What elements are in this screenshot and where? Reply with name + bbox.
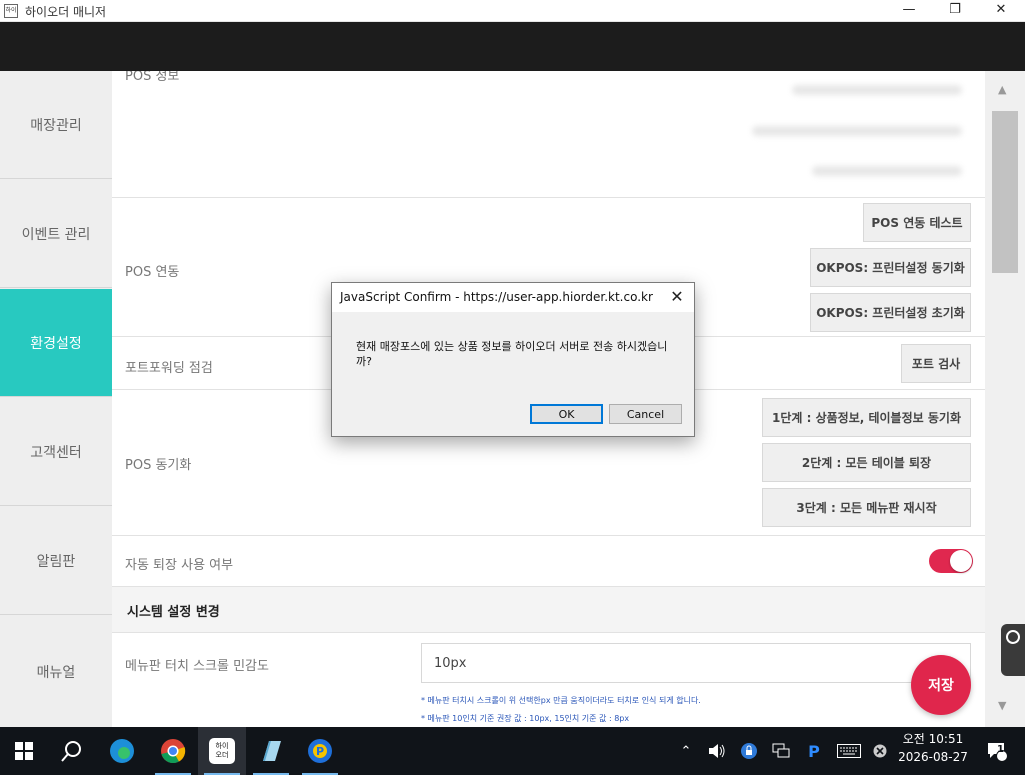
window-titlebar: 하이 하이오더 매니저 — ❐ ✕ <box>0 0 1025 22</box>
blurred-value <box>792 85 962 95</box>
sidebar-item-label: 매뉴얼 <box>36 664 76 681</box>
sidebar-item-label: 환경설정 <box>30 335 82 352</box>
hiorder-icon: 하이 오더 <box>209 738 235 764</box>
scroll-note-2: * 메뉴판 10인치 기준 권장 값 : 10px, 15인치 기준 값 : 8… <box>421 714 630 723</box>
sync-step3-button[interactable]: 3단계 : 모든 메뉴판 재시작 <box>762 488 971 527</box>
pos-app-button[interactable]: P <box>296 727 344 775</box>
sidebar-item-label: 고객센터 <box>30 444 82 461</box>
auto-exit-toggle[interactable] <box>929 549 973 573</box>
okpos-printer-reset-button[interactable]: OKPOS: 프린터설정 초기화 <box>810 293 971 332</box>
search-icon <box>61 741 81 762</box>
hiorder-button[interactable]: 하이 오더 <box>198 727 246 775</box>
clock-time: 오전 10:51 <box>902 732 964 746</box>
system-settings-header: 시스템 설정 변경 <box>112 587 985 633</box>
pos-info-label: POS 정보 <box>125 71 180 84</box>
clock[interactable]: 오전 10:51 2026-08-27 <box>890 730 976 766</box>
auto-exit-row: 자동 퇴장 사용 여부 <box>112 536 985 587</box>
teamviewer-side-tab[interactable] <box>1001 624 1025 676</box>
clock-date: 2026-08-27 <box>898 750 968 764</box>
toggle-knob <box>950 550 972 572</box>
auto-exit-label: 자동 퇴장 사용 여부 <box>125 558 234 573</box>
tray-expand-icon[interactable]: ⌃ <box>676 727 696 775</box>
save-button[interactable]: 저장 <box>911 655 971 715</box>
scroll-up-icon[interactable]: ▲ <box>998 83 1006 96</box>
scrollbar-thumb[interactable] <box>992 111 1018 273</box>
sidebar-item-support[interactable]: 고객센터 <box>0 398 112 506</box>
security-icon[interactable] <box>738 727 760 775</box>
clear-icon[interactable] <box>870 727 890 775</box>
p-tray-icon[interactable]: P <box>804 727 824 775</box>
blurred-value <box>752 126 962 136</box>
blurred-value <box>812 166 962 176</box>
port-check-button[interactable]: 포트 검사 <box>901 344 971 383</box>
scroll-note-1: * 메뉴판 터치시 스크롤이 위 선택한px 만큼 움직이더라도 터치로 인식 … <box>421 696 701 705</box>
taskbar: 하이 오더 P ⌃ P 오전 10:51 2026-08-27 1 <box>0 727 1025 775</box>
confirm-dialog: JavaScript Confirm - https://user-app.hi… <box>331 282 695 437</box>
sidebar-item-settings[interactable]: 환경설정 <box>0 289 112 397</box>
volume-icon[interactable] <box>705 727 729 775</box>
keyboard-icon[interactable] <box>834 727 864 775</box>
sidebar-item-label: 알림판 <box>36 553 76 570</box>
chrome-icon <box>161 739 186 764</box>
sidebar-item-label: 이벤트 관리 <box>21 226 91 243</box>
sidebar-item-manual[interactable]: 매뉴얼 <box>0 616 112 727</box>
dialog-close-icon[interactable]: ✕ <box>666 286 688 308</box>
port-forward-label: 포트포워딩 점검 <box>125 361 213 376</box>
scroll-sensitivity-input[interactable]: 10px <box>421 643 971 683</box>
pos-link-label: POS 연동 <box>125 265 180 280</box>
notification-icon[interactable]: 1 <box>982 727 1012 775</box>
start-button[interactable] <box>0 727 48 775</box>
svg-text:P: P <box>316 745 324 758</box>
scroll-down-icon[interactable]: ▼ <box>998 699 1006 712</box>
scroll-sensitivity-label: 메뉴판 터치 스크롤 민감도 <box>125 659 269 674</box>
remote-icon <box>1006 630 1020 644</box>
restore-icon[interactable]: ❐ <box>932 0 978 22</box>
pos-app-icon: P <box>308 739 332 763</box>
sidebar-item-events[interactable]: 이벤트 관리 <box>0 180 112 288</box>
pos-info-row: POS 정보 <box>112 71 985 198</box>
okpos-printer-sync-button[interactable]: OKPOS: 프린터설정 동기화 <box>810 248 971 287</box>
dialog-titlebar: JavaScript Confirm - https://user-app.hi… <box>332 283 694 312</box>
search-button[interactable] <box>48 727 96 775</box>
sidebar-item-notice[interactable]: 알림판 <box>0 507 112 615</box>
sidebar: 매장관리 이벤트 관리 환경설정 고객센터 알림판 매뉴얼 <box>0 71 112 727</box>
notepad-button[interactable] <box>247 727 295 775</box>
minimize-icon[interactable]: — <box>886 0 932 22</box>
notepad-icon <box>263 741 281 761</box>
app-icon: 하이 <box>4 4 18 18</box>
notification-count: 1 <box>997 744 1004 755</box>
pos-link-test-button[interactable]: POS 연동 테스트 <box>863 203 971 242</box>
window-title: 하이오더 매니저 <box>25 5 107 19</box>
app-header <box>0 22 1025 71</box>
edge-button[interactable] <box>98 727 146 775</box>
sidebar-item-label: 매장관리 <box>30 117 82 134</box>
chrome-button[interactable] <box>149 727 197 775</box>
edge-icon <box>110 739 134 763</box>
network-icon[interactable] <box>770 727 792 775</box>
close-window-icon[interactable]: ✕ <box>978 0 1024 22</box>
dialog-message: 현재 매장포스에 있는 상품 정보를 하이오더 서버로 전송 하시겠습니까? <box>356 340 668 368</box>
dialog-ok-button[interactable]: OK <box>530 404 603 424</box>
dialog-cancel-button[interactable]: Cancel <box>609 404 682 424</box>
sync-step2-button[interactable]: 2단계 : 모든 테이블 퇴장 <box>762 443 971 482</box>
sidebar-item-store[interactable]: 매장관리 <box>0 71 112 179</box>
scroll-sensitivity-value: 10px <box>434 655 467 671</box>
system-settings-heading: 시스템 설정 변경 <box>127 605 220 620</box>
sync-step1-button[interactable]: 1단계 : 상품정보, 테이블정보 동기화 <box>762 398 971 437</box>
windows-icon <box>15 742 33 760</box>
dialog-title: JavaScript Confirm - https://user-app.hi… <box>340 290 653 304</box>
pos-sync-label: POS 동기화 <box>125 458 192 473</box>
